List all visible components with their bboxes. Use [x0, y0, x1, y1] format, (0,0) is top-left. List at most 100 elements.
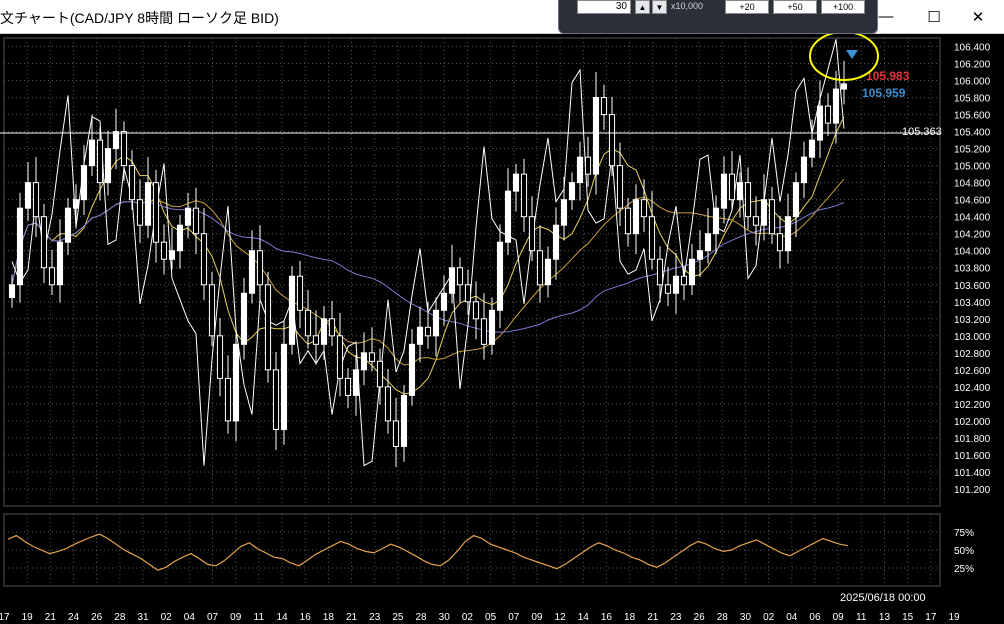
add-50-button[interactable]: +50	[773, 0, 817, 14]
x-tick-label: 12	[555, 612, 567, 623]
candle-body	[88, 139, 96, 167]
x-tick-label: 25	[392, 612, 404, 623]
rsi-line	[7, 533, 849, 571]
candle-body	[640, 199, 648, 218]
quantity-up-button[interactable]: ▲	[635, 0, 650, 14]
candle-body	[80, 165, 88, 201]
x-tick-label: 30	[740, 612, 752, 623]
candle-body	[752, 216, 760, 226]
x-tick-label: 16	[300, 612, 312, 623]
candle-body	[616, 165, 624, 209]
candle-body	[504, 190, 512, 243]
y-tick-label: 105.800	[954, 94, 991, 105]
x-tick-label: 14	[578, 612, 590, 623]
y-tick-label: 105.400	[954, 128, 991, 139]
candle-body	[696, 250, 704, 260]
y-tick-label: 106.000	[954, 77, 991, 88]
multiplier-label: x10,000	[671, 1, 704, 11]
cursor-date-label: 2025/06/18 00:00	[840, 592, 926, 604]
candle-body	[368, 352, 376, 362]
y-tick-label: 101.600	[954, 451, 991, 462]
candle-body	[416, 326, 424, 345]
candle-body	[304, 309, 312, 337]
rsi-y-label: 75%	[954, 528, 974, 539]
candle-body	[784, 216, 792, 252]
rsi-panel	[3, 513, 941, 587]
moving-averages	[11, 39, 845, 467]
maximize-icon: ☐	[927, 8, 941, 26]
y-tick-label: 101.800	[954, 434, 991, 445]
candle-body	[392, 420, 400, 447]
candle-body	[104, 148, 112, 184]
candle-body	[536, 250, 544, 286]
candle-body	[320, 318, 328, 345]
candle-body	[408, 343, 416, 396]
candle-body	[800, 156, 808, 184]
x-tick-label: 02	[462, 612, 474, 623]
x-tick-label: 09	[531, 612, 543, 623]
x-tick-label: 07	[508, 612, 520, 623]
candle-body	[488, 309, 496, 345]
candle-body	[40, 216, 48, 269]
x-tick-label: 28	[114, 612, 126, 623]
candle-body	[576, 156, 584, 184]
candle-body	[808, 139, 816, 158]
x-tick-label: 02	[161, 612, 173, 623]
add-20-button[interactable]: +20	[725, 0, 769, 14]
candle-body	[720, 173, 728, 209]
x-tick-label: 04	[786, 612, 798, 623]
candle-body	[384, 386, 392, 422]
y-tick-label: 104.400	[954, 213, 991, 224]
candle-body	[216, 335, 224, 379]
candle-body	[832, 88, 840, 124]
candle-body	[672, 275, 680, 294]
x-tick-label: 17	[0, 612, 10, 623]
y-tick-label: 101.400	[954, 468, 991, 479]
candle-body	[16, 207, 24, 286]
candles	[8, 60, 848, 467]
candle-body	[824, 105, 832, 124]
candle-body	[520, 173, 528, 218]
price-chart[interactable]: 106.400 106.200 106.000 105.800 105.600 105.4…	[0, 34, 1004, 624]
x-tick-label: 04	[184, 612, 196, 623]
quantity-input[interactable]: 30	[577, 0, 631, 14]
x-tick-label: 23	[369, 612, 381, 623]
add-100-button[interactable]: +100	[821, 0, 865, 14]
rsi-y-label: 50%	[954, 546, 974, 557]
candle-body	[112, 131, 120, 150]
candle-body	[680, 275, 688, 286]
candle-body	[312, 335, 320, 345]
quantity-down-button[interactable]: ▼	[652, 0, 667, 14]
x-tick-label: 21	[346, 612, 358, 623]
candle-body	[440, 292, 448, 311]
candle-body	[456, 267, 464, 286]
candle-body	[528, 216, 536, 252]
x-tick-label: 14	[276, 612, 288, 623]
x-tick-label: 26	[91, 612, 103, 623]
y-tick-label: 103.600	[954, 281, 991, 292]
x-tick-label: 13	[879, 612, 891, 623]
x-tick-label: 11	[254, 612, 265, 623]
candle-body	[64, 207, 72, 243]
candle-body	[656, 258, 664, 286]
candle-body	[336, 335, 344, 379]
x-tick-label: 21	[45, 612, 57, 623]
candle-body	[776, 233, 784, 252]
y-tick-label: 103.200	[954, 315, 991, 326]
y-tick-label: 102.000	[954, 417, 991, 428]
y-tick-label: 102.800	[954, 349, 991, 360]
axes: 106.400 106.200 106.000 105.800 105.600 105.4…	[0, 43, 991, 623]
candle-body	[464, 284, 472, 303]
candle-body	[48, 267, 56, 286]
candle-body	[768, 199, 776, 235]
close-button[interactable]: ✕	[955, 0, 1001, 33]
candle-body	[360, 352, 368, 371]
maximize-button[interactable]: ☐	[911, 0, 957, 33]
candle-body	[480, 318, 488, 345]
window-title: 文チャート(CAD/JPY 8時間 ローソク足 BID)	[0, 10, 279, 26]
candle-body	[72, 199, 80, 209]
y-tick-label: 103.800	[954, 264, 991, 275]
x-tick-label: 09	[833, 612, 845, 623]
candle-body	[664, 284, 672, 294]
candle-body	[232, 343, 240, 422]
